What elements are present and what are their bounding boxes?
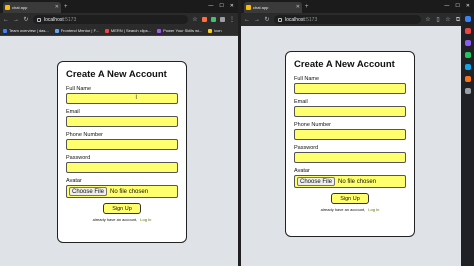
login-link[interactable]: Log In — [368, 207, 379, 212]
browser-toolbar: ← → ↻ localhost:5173 ☆ ▯ ☆ ⧉ ⋯ — [241, 13, 474, 26]
bookmark-icon — [54, 28, 59, 33]
reload-icon[interactable]: ↻ — [264, 17, 270, 23]
full-name-label: Full Name — [66, 86, 92, 92]
bookmark-icon — [3, 28, 7, 33]
bookmark-icon — [157, 28, 162, 33]
bookmark-item[interactable]: Power Your Skills wi... — [157, 28, 202, 33]
page-title: Create A New Account — [66, 69, 167, 80]
search-icon[interactable] — [464, 16, 471, 22]
reload-icon[interactable]: ↻ — [23, 17, 29, 23]
email-input[interactable] — [66, 116, 178, 127]
new-tab-icon[interactable]: + — [305, 4, 309, 10]
extension-icon[interactable] — [211, 17, 216, 22]
close-icon[interactable]: ✕ — [296, 5, 300, 10]
login-link[interactable]: Log In — [140, 217, 151, 222]
email-label: Email — [66, 109, 80, 115]
tab-title: chat app — [12, 5, 28, 10]
signup-card: Create A New Account Full Name Email Pho… — [285, 51, 415, 237]
back-icon[interactable]: ← — [244, 17, 250, 23]
forward-icon[interactable]: → — [13, 17, 19, 23]
sign-up-button[interactable]: Sign Up — [331, 193, 369, 204]
file-status: No file chosen — [110, 188, 149, 195]
address-bar[interactable]: localhost:5173 — [274, 15, 421, 24]
password-input[interactable] — [294, 152, 406, 163]
extension-icon[interactable] — [202, 17, 207, 22]
full-name-input[interactable] — [294, 83, 406, 94]
favicon-icon — [246, 5, 251, 10]
file-status: No file chosen — [338, 178, 377, 185]
tools-icon[interactable] — [464, 40, 471, 46]
split-view-icon[interactable]: ▯ — [435, 17, 441, 23]
login-prompt: already have an account, Log In — [92, 217, 152, 222]
full-name-input[interactable]: I — [66, 93, 178, 104]
new-tab-icon[interactable]: + — [64, 4, 68, 10]
add-icon[interactable] — [464, 88, 471, 94]
password-input[interactable] — [66, 162, 178, 173]
close-icon[interactable]: ✕ — [55, 5, 59, 10]
bookmark-icon — [104, 28, 109, 33]
minimize-icon[interactable]: — — [208, 4, 213, 9]
phone-input[interactable] — [66, 139, 178, 150]
choose-file-button[interactable]: Choose File — [69, 187, 108, 196]
tab-strip: chat app ✕ + — ☐ ✕ — [0, 0, 238, 13]
close-window-icon[interactable]: ✕ — [466, 4, 470, 9]
window-controls: — ☐ ✕ — [208, 4, 238, 9]
bookmark-item[interactable]: Team overview | das... — [3, 28, 49, 33]
phone-label: Phone Number — [294, 122, 331, 128]
back-icon[interactable]: ← — [3, 17, 9, 23]
star-icon[interactable]: ☆ — [425, 17, 431, 23]
bookmark-icon — [208, 28, 213, 33]
menu-icon[interactable]: ⋮ — [229, 17, 235, 23]
office-icon[interactable] — [464, 64, 471, 70]
phone-label: Phone Number — [66, 132, 103, 138]
page-title: Create A New Account — [294, 59, 395, 70]
email-label: Email — [294, 99, 308, 105]
bookmark-item[interactable]: Frontend Mentor | F... — [54, 28, 99, 33]
tab-chat-app[interactable]: chat app ✕ — [244, 2, 302, 13]
bookmarks-bar: Team overview | das... Frontend Mentor |… — [0, 26, 238, 36]
choose-file-button[interactable]: Choose File — [297, 177, 336, 186]
avatar-file-input[interactable]: Choose File No file chosen — [294, 175, 406, 188]
text-cursor-icon: I — [135, 95, 137, 101]
star-icon[interactable]: ☆ — [192, 17, 198, 23]
login-prompt: already have an account, Log In — [320, 207, 380, 212]
url-text: localhost:5173 — [44, 16, 77, 23]
avatar-label: Avatar — [294, 168, 310, 174]
favicon-icon — [5, 5, 10, 10]
avatar-file-input[interactable]: Choose File No file chosen — [66, 185, 178, 198]
signup-card: Create A New Account Full Name I Email P… — [57, 61, 187, 243]
outlook-icon[interactable] — [464, 76, 471, 82]
window-controls: — ☐ ✕ — [444, 4, 474, 9]
games-icon[interactable] — [464, 52, 471, 58]
favorites-icon[interactable]: ☆ — [445, 17, 451, 23]
close-window-icon[interactable]: ✕ — [230, 4, 234, 9]
phone-input[interactable] — [294, 129, 406, 140]
full-name-label: Full Name — [294, 76, 320, 82]
bookmark-item[interactable]: MERN | Search clips... — [104, 28, 151, 33]
site-info-icon[interactable] — [37, 17, 41, 22]
password-label: Password — [294, 145, 319, 151]
shopping-icon[interactable] — [464, 28, 471, 34]
minimize-icon[interactable]: — — [444, 4, 449, 9]
address-bar[interactable]: localhost:5173 — [33, 15, 188, 24]
bookmark-item[interactable]: icon — [208, 28, 222, 33]
url-text: localhost:5173 — [285, 16, 318, 23]
password-label: Password — [66, 155, 91, 161]
toolbar-extensions: ☆ ⋮ — [192, 17, 235, 23]
sidebar-panel — [461, 13, 474, 266]
avatar-label: Avatar — [66, 178, 82, 184]
email-input[interactable] — [294, 106, 406, 117]
sign-up-button[interactable]: Sign Up — [103, 203, 141, 214]
maximize-icon[interactable]: ☐ — [219, 4, 223, 9]
puzzle-icon[interactable] — [220, 17, 225, 22]
tab-title: chat app — [253, 5, 269, 10]
tab-strip: chat app ✕ + — ☐ ✕ — [241, 0, 474, 13]
maximize-icon[interactable]: ☐ — [455, 4, 459, 9]
browser-toolbar: ← → ↻ localhost:5173 ☆ ⋮ — [0, 13, 238, 26]
forward-icon[interactable]: → — [254, 17, 260, 23]
site-info-icon[interactable] — [278, 17, 282, 22]
tab-chat-app[interactable]: chat app ✕ — [3, 2, 61, 13]
